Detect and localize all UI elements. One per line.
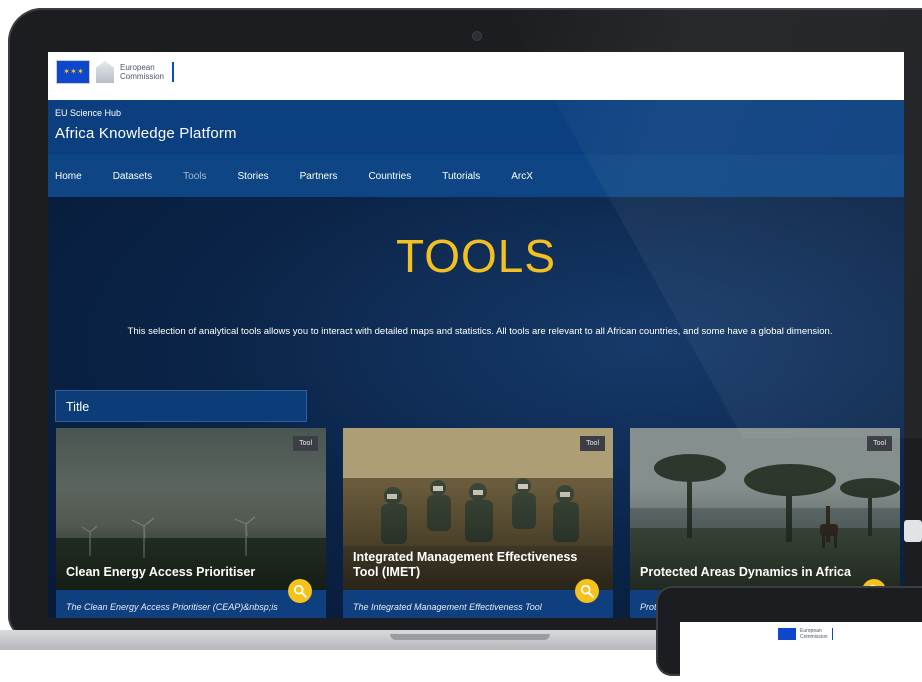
nav-item-tutorials[interactable]: Tutorials: [442, 171, 480, 182]
browser-screen: ✶ ✶ ✶ European Commission EU Science Hub…: [48, 52, 904, 618]
ec-logo[interactable]: ✶ ✶ ✶ European Commission: [56, 60, 175, 84]
card-footer: The Clean Energy Access Prioritiser (CEA…: [56, 590, 326, 618]
laptop-hinge-notch: [390, 634, 550, 640]
ec-building-icon: [96, 61, 114, 83]
tool-badge: Tool: [867, 436, 892, 451]
tablet-ec-logo: European Commission: [778, 628, 833, 640]
main-nav: Home Datasets Tools Stories Partners Cou…: [48, 155, 904, 197]
camera-icon: [473, 32, 481, 40]
card-title[interactable]: Integrated Management Effectiveness Tool…: [353, 550, 593, 580]
nav-item-partners[interactable]: Partners: [300, 171, 338, 182]
tool-badge: Tool: [580, 436, 605, 451]
search-icon[interactable]: [288, 579, 312, 603]
nav-item-tools[interactable]: Tools: [183, 171, 206, 182]
card-title[interactable]: Clean Energy Access Prioritiser: [66, 565, 306, 580]
tablet-edge: [904, 520, 922, 542]
eu-flag-icon: [778, 628, 796, 640]
search-icon[interactable]: [575, 579, 599, 603]
tablet-ec-line2: Commission: [800, 634, 828, 640]
nav-item-countries[interactable]: Countries: [368, 171, 411, 182]
ec-name-line2: Commission: [120, 72, 165, 81]
title-filter-input[interactable]: Title: [55, 390, 307, 422]
card-description: The Integrated Management Effectiveness …: [353, 602, 542, 612]
page-description: This selection of analytical tools allow…: [127, 326, 833, 337]
card-description: The Clean Energy Access Prioritiser (CEA…: [66, 602, 278, 612]
tool-badge: Tool: [293, 436, 318, 451]
nav-item-datasets[interactable]: Datasets: [113, 171, 152, 182]
nav-item-home[interactable]: Home: [55, 171, 82, 182]
tablet-device: European Commission: [656, 586, 922, 682]
logo-divider: [172, 62, 175, 82]
site-header: EU Science Hub Africa Knowledge Platform: [48, 100, 904, 155]
nav-item-stories[interactable]: Stories: [238, 171, 269, 182]
page-title: TOOLS: [395, 230, 557, 282]
hub-link[interactable]: EU Science Hub: [55, 108, 121, 118]
laptop-frame: ✶ ✶ ✶ European Commission EU Science Hub…: [8, 8, 922, 638]
ec-name-line1: European: [120, 63, 155, 72]
site-title[interactable]: Africa Knowledge Platform: [55, 125, 237, 142]
card-title[interactable]: Protected Areas Dynamics in Africa: [640, 565, 880, 580]
tool-card-imet[interactable]: Tool Integrated Management Effectiveness…: [343, 428, 613, 618]
logo-divider: [831, 628, 833, 640]
eu-flag-icon: ✶ ✶ ✶: [56, 60, 90, 84]
tablet-screen: European Commission: [680, 622, 922, 682]
tool-card-ceap[interactable]: Tool Clean Energy Access Prioritiser The…: [56, 428, 326, 618]
nav-item-arcx[interactable]: ArcX: [511, 171, 533, 182]
tools-hero: TOOLS This selection of analytical tools…: [48, 197, 904, 618]
ec-top-bar: ✶ ✶ ✶ European Commission: [48, 52, 904, 100]
card-footer: The Integrated Management Effectiveness …: [343, 590, 613, 618]
